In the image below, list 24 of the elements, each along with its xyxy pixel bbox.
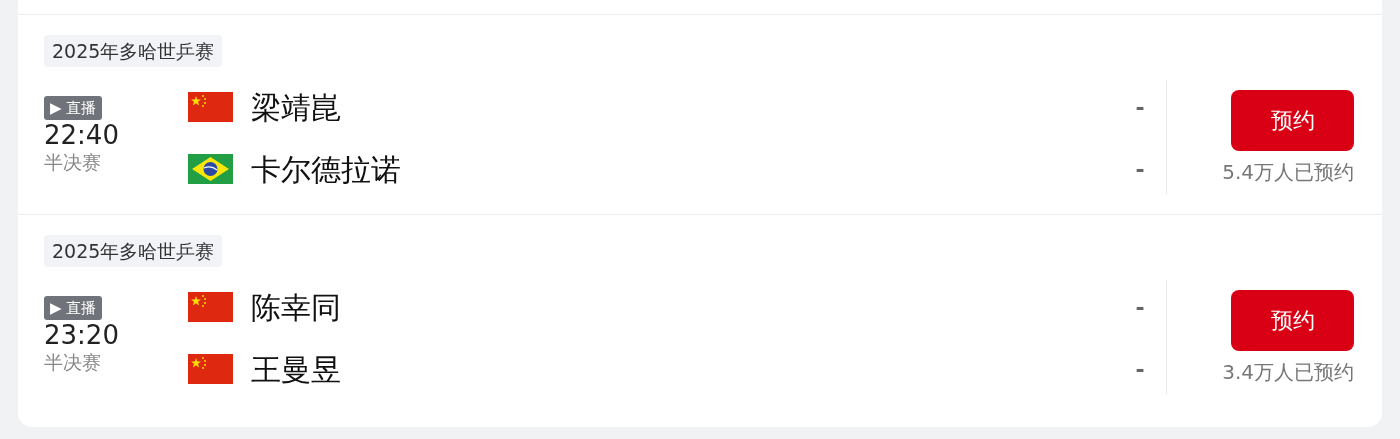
- booking-count: 5.4万人已预约: [1222, 159, 1354, 186]
- match-stage: 半决赛: [44, 350, 102, 374]
- team-score: -: [1134, 93, 1146, 122]
- team-name: 陈幸同: [251, 288, 342, 327]
- match-stage: 半决赛: [44, 150, 102, 174]
- flag-icon: [188, 154, 233, 184]
- event-tag: 2025年多哈世乒赛: [44, 235, 223, 267]
- live-badge: ▶ 直播: [44, 296, 103, 320]
- team-score: -: [1134, 293, 1146, 322]
- match-time: 22:40: [44, 120, 120, 150]
- reserve-button[interactable]: 预约: [1231, 290, 1354, 351]
- event-tag: 2025年多哈世乒赛: [44, 35, 223, 67]
- team-score: -: [1134, 155, 1146, 184]
- team-score: -: [1134, 355, 1146, 384]
- match-time: 23:20: [44, 320, 120, 350]
- flag-icon: [188, 354, 233, 384]
- flag-icon: [188, 92, 233, 122]
- team-name: 卡尔德拉诺: [251, 150, 402, 189]
- flag-icon: [188, 292, 233, 322]
- booking-count: 3.4万人已预约: [1222, 359, 1354, 386]
- reserve-button[interactable]: 预约: [1231, 90, 1354, 151]
- team-name: 梁靖崑: [251, 88, 342, 127]
- team-name: 王曼昱: [251, 350, 342, 389]
- live-badge: ▶ 直播: [44, 96, 103, 120]
